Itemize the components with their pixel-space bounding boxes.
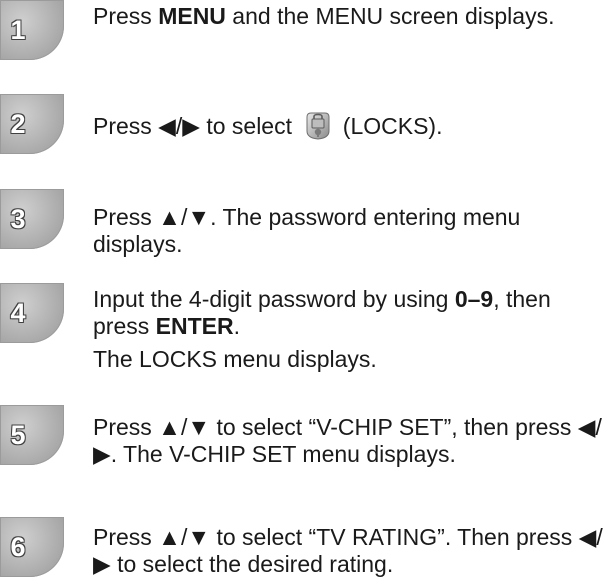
step-number-badge: 5 bbox=[0, 405, 64, 465]
step-number: 1 bbox=[10, 15, 26, 45]
step-text: Press ◀/▶ to select (LOCKS). bbox=[93, 111, 608, 141]
step-number-badge: 3 bbox=[0, 189, 64, 249]
step-text: Press ▲/▼ to select “TV RATING”. Then pr… bbox=[93, 524, 608, 578]
step-text-segment: Press ▲/▼ to select “TV RATING”. Then pr… bbox=[93, 524, 603, 577]
step-text: Input the 4-digit password by using 0–9,… bbox=[93, 286, 608, 373]
step-text-bold: 0–9 bbox=[454, 286, 494, 312]
step-text-bold: MENU bbox=[158, 3, 226, 29]
step-text-segment: Press ▲/▼ to select “V-CHIP SET”, then p… bbox=[93, 414, 602, 467]
step-number-badge: 4 bbox=[0, 283, 64, 343]
step-text-bold: ENTER bbox=[155, 313, 234, 339]
step-text: Press ▲/▼. The password entering menu di… bbox=[93, 204, 608, 258]
step-number: 5 bbox=[10, 420, 26, 450]
step-text-segment: . bbox=[233, 313, 240, 339]
step-text-segment: The LOCKS menu displays. bbox=[93, 346, 377, 372]
step-number: 2 bbox=[10, 109, 26, 139]
step-text-segment: Press ◀/▶ to select bbox=[93, 113, 299, 139]
step-number: 3 bbox=[10, 204, 26, 234]
step-number: 6 bbox=[10, 532, 26, 562]
step-number: 4 bbox=[10, 298, 26, 328]
step-text-segment: Press ▲/▼. The password entering menu di… bbox=[93, 204, 521, 257]
step-text: Press MENU and the MENU screen displays. bbox=[93, 3, 608, 30]
step-text: Press ▲/▼ to select “V-CHIP SET”, then p… bbox=[93, 414, 608, 468]
step-number-badge: 2 bbox=[0, 94, 64, 154]
locks-icon bbox=[304, 111, 332, 141]
step-text-segment: (LOCKS). bbox=[336, 113, 443, 139]
step-text-segment: Press bbox=[93, 3, 159, 29]
step-number-badge: 1 bbox=[0, 0, 64, 60]
step-text-segment: and the MENU screen displays. bbox=[225, 3, 555, 29]
step-text-segment: Input the 4-digit password by using bbox=[93, 286, 455, 312]
step-number-badge: 6 bbox=[0, 517, 64, 577]
